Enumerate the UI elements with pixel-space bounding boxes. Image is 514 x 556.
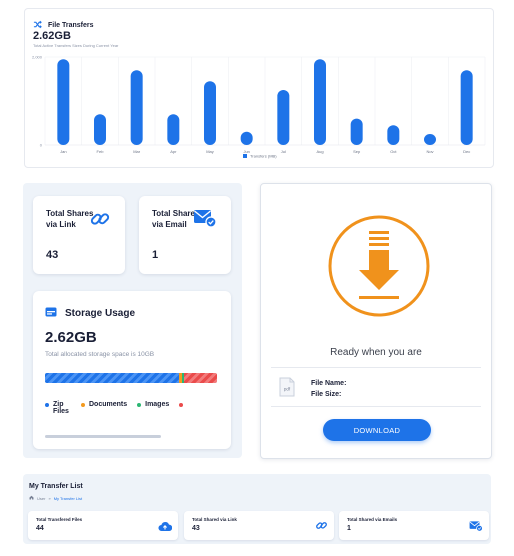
x-tick-label: Jan [60, 149, 66, 154]
breadcrumb-home[interactable]: User [37, 496, 45, 501]
legend-label: Transfers (MB) [250, 154, 277, 159]
file-transfers-subtitle: Total Active Transfers Sizes During Curr… [33, 43, 119, 48]
storage-usage-bar [45, 373, 217, 383]
storage-total: 2.62GB [45, 329, 97, 346]
file-size-label: File Size: [311, 391, 342, 398]
x-tick-label: Feb [97, 149, 105, 154]
x-tick-label: Jun [243, 149, 249, 154]
stats-panel: Total Shares via Link 43 Total Shares vi… [23, 183, 242, 458]
shares-link-value: 43 [46, 249, 59, 261]
x-tick-label: Apr [170, 149, 177, 154]
legend-label: Images [145, 401, 170, 408]
x-tick-label: May [206, 149, 214, 154]
storage-header: Storage Usage [45, 304, 135, 322]
chart-bar [57, 59, 70, 146]
download-card: Ready when you are pdf File Name: File S… [260, 183, 492, 459]
storage-subtitle: Total allocated storage space is 10GB [45, 351, 155, 358]
total-transferred-label: Total Transfered Files [36, 517, 83, 522]
legend-label: Documents [89, 401, 128, 408]
total-shared-link-value: 43 [192, 525, 200, 532]
storage-legend: Zip Files Documents Images [45, 401, 187, 415]
download-ready-text: Ready when you are [330, 347, 422, 358]
total-shared-email-label: Total Shared via Emails [347, 517, 398, 522]
legend-dot [179, 403, 184, 407]
x-tick-label: Jul [281, 149, 286, 154]
total-shared-link-card: Total Shared via Link 43 [184, 511, 334, 540]
chart-bar [350, 118, 363, 145]
shares-link-card: Total Shares via Link 43 [33, 196, 125, 274]
divider [271, 406, 481, 407]
storage-legend-item: Documents [81, 401, 127, 415]
x-tick-label: Dec [463, 149, 470, 154]
chart-bar [387, 125, 400, 145]
transfers-bar-chart: 0 2,000 Jan Feb Mar Apr May Jun Jul Aug Sep Oct Nov D… [32, 55, 486, 159]
file-transfers-title: File Transfers [48, 21, 94, 29]
transfer-list-panel: My Transfer List User » My Transfer List… [23, 474, 491, 544]
pdf-file-icon: pdf [279, 377, 295, 402]
x-tick-label: Oct [390, 149, 397, 154]
email-check-icon [469, 519, 483, 537]
storage-icon [45, 304, 57, 322]
storage-legend-item: Zip Files [45, 401, 71, 415]
chart-bar [277, 90, 290, 145]
storage-usage-card: Storage Usage 2.62GB Total allocated sto… [33, 291, 231, 449]
storage-segment [45, 373, 180, 383]
legend-dot [45, 403, 49, 407]
total-shared-email-value: 1 [347, 525, 351, 532]
link-icon [315, 519, 328, 537]
storage-segment [184, 373, 217, 383]
total-shared-email-card: Total Shared via Emails 1 [339, 511, 489, 540]
download-arrow-icon [327, 214, 431, 323]
chart-bar [424, 134, 436, 145]
file-transfers-total: 2.62GB [33, 30, 71, 42]
legend-dot [137, 403, 142, 407]
transfer-list-title: My Transfer List [29, 483, 83, 490]
storage-scrollbar[interactable] [45, 435, 161, 438]
y-tick-label: 0 [40, 143, 43, 148]
chart-bar [240, 131, 253, 145]
pdf-file-icon-label: pdf [284, 387, 291, 392]
home-icon[interactable] [29, 495, 34, 501]
breadcrumb: User » My Transfer List [29, 495, 82, 501]
storage-title: Storage Usage [65, 307, 136, 319]
divider [271, 367, 481, 368]
chart-bar [130, 70, 143, 145]
total-shared-link-label: Total Shared via Link [192, 517, 237, 522]
chart-bar [460, 70, 473, 145]
x-tick-label: Aug [316, 149, 323, 154]
x-tick-label: Sep [353, 149, 361, 154]
file-meta: File Name: File Size: [311, 378, 346, 400]
chart-bar [204, 81, 216, 145]
cloud-upload-icon [158, 519, 173, 537]
legend-label: Zip Files [53, 401, 69, 415]
chart-bar [167, 114, 180, 145]
breadcrumb-current: My Transfer List [53, 495, 83, 501]
total-transferred-card: Total Transfered Files 44 [28, 511, 178, 540]
file-name-label: File Name: [311, 380, 347, 387]
download-button[interactable]: DOWNLOAD [323, 419, 431, 441]
y-tick-label: 2,000 [32, 55, 43, 60]
x-tick-label: Nov [426, 149, 433, 154]
chart-bar [94, 114, 106, 145]
file-transfers-card: File Transfers 2.62GB Total Active Trans… [24, 8, 494, 168]
storage-legend-item [179, 401, 187, 415]
storage-legend-item: Images [137, 401, 169, 415]
total-transferred-value: 44 [36, 525, 44, 532]
email-check-icon [193, 208, 217, 233]
legend-swatch [243, 154, 247, 158]
chart-bar [314, 59, 326, 146]
shares-email-card: Total Shares via Email 1 [139, 196, 231, 274]
legend-dot [81, 403, 85, 407]
shares-email-value: 1 [152, 249, 159, 261]
breadcrumb-separator: » [48, 495, 51, 501]
link-icon [89, 208, 111, 235]
x-tick-label: Mar [133, 149, 141, 154]
